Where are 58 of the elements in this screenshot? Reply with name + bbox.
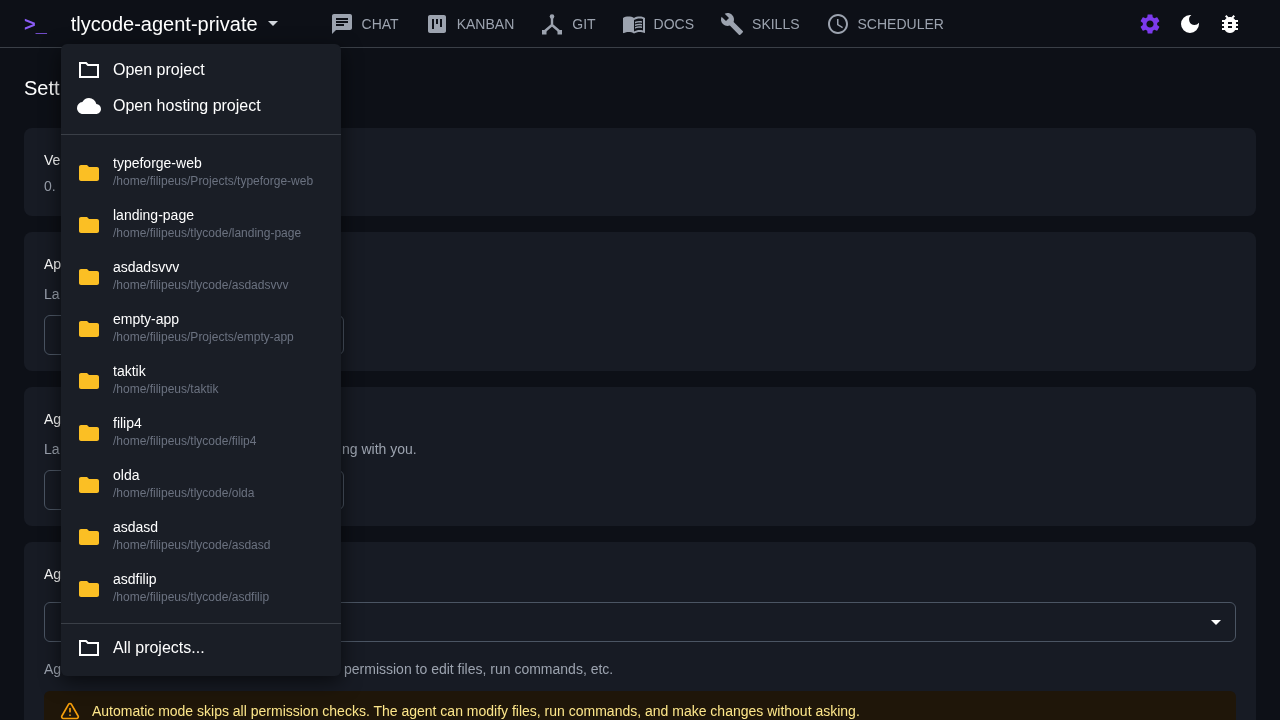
section-description: Ag bbox=[44, 661, 62, 677]
nav-tab[interactable]: DOCS bbox=[621, 11, 695, 36]
caret-icon bbox=[1211, 619, 1221, 625]
settings-icon-button[interactable] bbox=[1138, 11, 1162, 36]
project-name: landing-page bbox=[113, 206, 195, 225]
project-item[interactable]: asdadsvvv /home/filipeus/tlycode/asdadsvvv bbox=[61, 249, 341, 301]
menu-item[interactable]: Open project bbox=[61, 52, 341, 88]
project-name: empty-app bbox=[113, 310, 181, 329]
nav-tab[interactable]: GIT bbox=[540, 11, 596, 36]
project-path: /home/filipeus/tlycode/filip4 bbox=[113, 433, 257, 449]
all-projects-item[interactable]: All projects... bbox=[61, 628, 341, 668]
project-item[interactable]: landing-page /home/filipeus/tlycode/landing-page bbox=[61, 197, 341, 249]
project-path: /home/filipeus/taktik bbox=[113, 381, 219, 397]
section-title: Ag bbox=[44, 410, 62, 429]
wrench-icon bbox=[720, 11, 745, 36]
branch-icon bbox=[540, 11, 565, 36]
project-item[interactable]: asdasd /home/filipeus/tlycode/asdasd bbox=[61, 509, 341, 561]
project-item[interactable]: olda /home/filipeus/tlycode/olda bbox=[61, 457, 341, 509]
project-path: /home/filipeus/tlycode/asdadsvvv bbox=[113, 277, 289, 293]
nav-tab[interactable]: SKILLS bbox=[720, 11, 800, 36]
project-path: /home/filipeus/tlycode/asdfilip bbox=[113, 589, 270, 605]
project-name: taktik bbox=[113, 362, 147, 381]
project-name: olda bbox=[113, 466, 141, 485]
project-item[interactable]: filip4 /home/filipeus/tlycode/filip4 bbox=[61, 405, 341, 457]
project-path: /home/filipeus/tlycode/asdasd bbox=[113, 537, 271, 553]
nav-tab[interactable]: KANBAN bbox=[424, 11, 515, 36]
app-logo[interactable]: >_ bbox=[24, 13, 47, 34]
section-description: permission to edit files, run commands, etc. bbox=[344, 660, 614, 679]
project-path: /home/filipeus/Projects/typeforge-web bbox=[113, 173, 314, 189]
warning-icon bbox=[60, 701, 80, 720]
nav-tab[interactable]: CHAT bbox=[329, 11, 399, 36]
version-value: 0. bbox=[44, 177, 56, 196]
project-name: typeforge-web bbox=[113, 154, 203, 173]
project-path: /home/filipeus/tlycode/landing-page bbox=[113, 225, 302, 241]
menu-item[interactable]: Open hosting project bbox=[61, 88, 341, 124]
project-item[interactable]: typeforge-web /home/filipeus/Projects/typeforge-web bbox=[61, 145, 341, 197]
project-path: /home/filipeus/tlycode/olda bbox=[113, 485, 255, 501]
project-item[interactable]: empty-app /home/filipeus/Projects/empty-app bbox=[61, 301, 341, 353]
project-name: asdadsvvv bbox=[113, 258, 181, 277]
section-description: La bbox=[44, 286, 60, 302]
nav-tab[interactable]: SCHEDULER bbox=[825, 11, 944, 36]
project-name: asdasd bbox=[113, 518, 160, 537]
section-title: Ap bbox=[44, 255, 62, 274]
project-switcher[interactable]: tlycode-agent-private bbox=[70, 9, 278, 38]
project-item[interactable]: taktik /home/filipeus/taktik bbox=[61, 353, 341, 405]
section-description: ng with you. bbox=[342, 440, 417, 459]
page-title: Sett bbox=[24, 76, 61, 100]
project-name: asdfilip bbox=[113, 570, 158, 589]
caret-icon bbox=[267, 21, 278, 26]
warning-text: Automatic mode skips all permission checks. The agent can modify files, run commands, and make changes without asking. bbox=[92, 702, 860, 720]
project-name: filip4 bbox=[113, 414, 143, 433]
project-item[interactable]: asdfilip /home/filipeus/tlycode/asdfilip bbox=[61, 561, 341, 613]
clock-icon bbox=[825, 11, 850, 36]
section-title: Ve bbox=[44, 151, 61, 170]
chat-icon bbox=[329, 11, 354, 36]
section-description: La bbox=[44, 441, 60, 457]
section-title: Ag bbox=[44, 565, 62, 584]
project-path: /home/filipeus/Projects/empty-app bbox=[113, 329, 294, 345]
